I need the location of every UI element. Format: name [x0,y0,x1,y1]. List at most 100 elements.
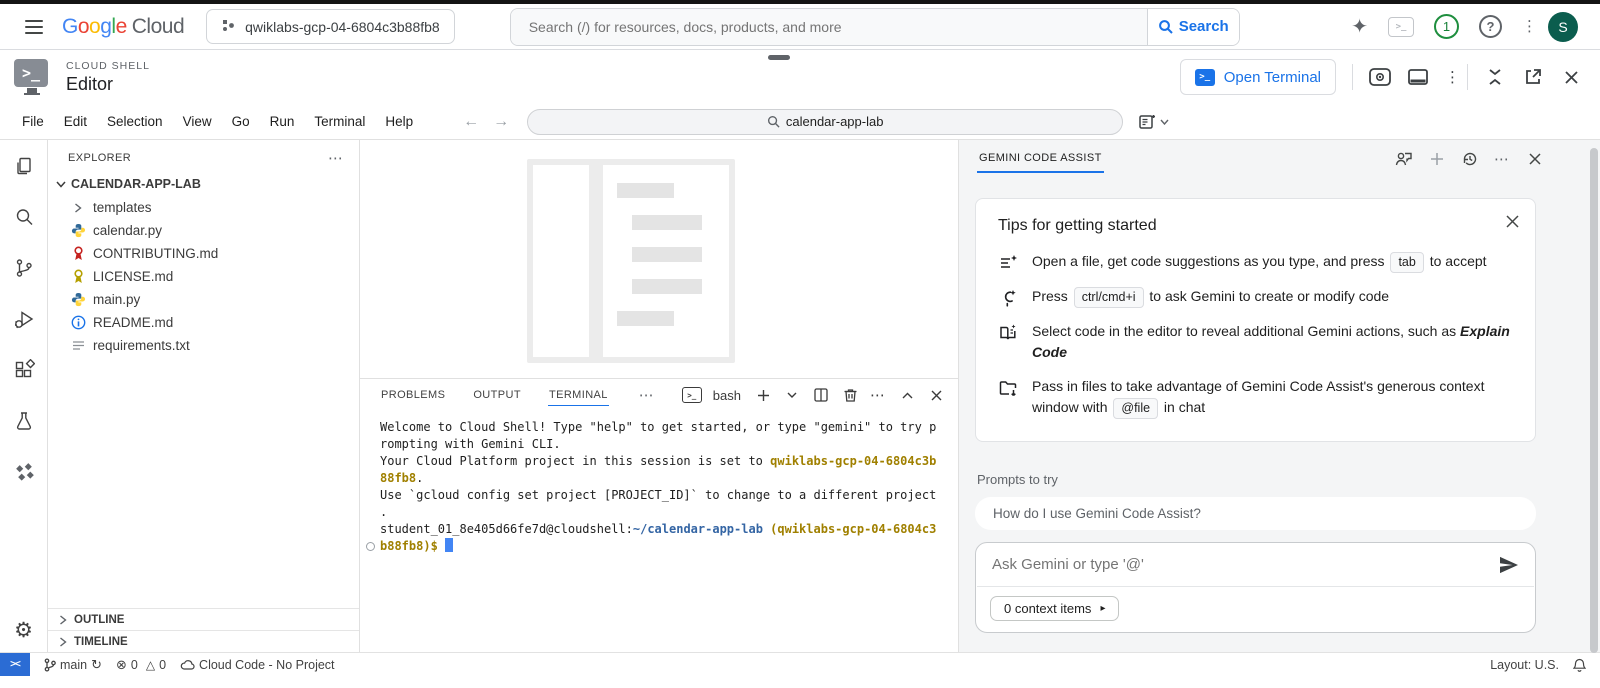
nav-back-icon[interactable]: ← [463,113,479,131]
menu-file[interactable]: File [12,109,54,134]
logo-cloud-word: Cloud [132,15,184,39]
collapse-icon[interactable] [1484,66,1506,88]
menu-view[interactable]: View [173,109,222,134]
activity-run-debug-icon[interactable] [12,307,36,331]
cloud-shell-icon[interactable]: >_ [1388,17,1414,37]
tip-text-segment: in chat [1160,399,1205,415]
menu-edit[interactable]: Edit [54,109,97,134]
menu-run[interactable]: Run [260,109,305,134]
workspace-search[interactable]: calendar-app-lab [527,109,1123,135]
tab-output[interactable]: OUTPUT [472,385,522,405]
send-icon[interactable] [1499,556,1519,574]
gemini-close-icon[interactable] [1526,150,1544,168]
explorer-root-folder[interactable]: CALENDAR-APP-LAB [48,172,359,196]
file-calendar-py[interactable]: calendar.py [48,219,359,242]
section-timeline[interactable]: TIMELINE [48,630,359,652]
settings-gear-icon[interactable]: ⚙ [12,618,36,642]
activity-files-icon[interactable] [12,154,36,178]
more-options-icon[interactable]: ⋮ [1522,24,1528,29]
code-suggest-icon [998,251,1018,273]
section-outline[interactable]: OUTLINE [48,608,359,630]
activity-search-icon[interactable] [12,205,36,229]
hamburger-menu-icon[interactable] [14,7,54,47]
activity-extensions-icon[interactable] [12,358,36,382]
editor-area[interactable] [360,140,958,378]
tip-text: Press ctrl/cmd+i to ask Gemini to create… [1032,286,1389,308]
activity-cloud-code-icon[interactable] [12,460,36,484]
menu-terminal[interactable]: Terminal [304,109,375,134]
menu-selection[interactable]: Selection [97,109,173,134]
file-readme-md[interactable]: README.md [48,311,359,334]
menu-go[interactable]: Go [222,109,260,134]
toggle-panel-icon[interactable] [1407,66,1429,88]
shell-label[interactable]: bash [713,388,741,403]
new-terminal-icon[interactable] [754,386,772,404]
notifications-badge[interactable]: 1 [1434,14,1459,39]
project-selector[interactable]: qwiklabs-gcp-04-6804c3b88fb8 [206,9,455,44]
tip-text-segment: Select code in the editor to reveal addi… [1032,323,1460,339]
terminal-output[interactable]: Welcome to Cloud Shell! Type "help" to g… [360,411,958,652]
explorer-more-icon[interactable]: ⋯ [328,156,345,161]
terminal-text: b88fb8)$ [380,539,445,553]
remote-indicator[interactable]: >< [0,653,30,676]
prompt-suggestion[interactable]: How do I use Gemini Code Assist? [975,497,1536,530]
tips-card: Tips for getting started Open a file, ge… [975,198,1536,442]
context-items-button[interactable]: 0 context items ▸ [990,596,1119,621]
gemini-panel-title[interactable]: GEMINI CODE ASSIST [977,146,1104,173]
open-terminal-button[interactable]: >_ Open Terminal [1180,59,1336,95]
bottom-panel: PROBLEMSOUTPUTTERMINAL ⋯ >_ bash ⋯ Welco… [360,378,958,652]
tab-terminal[interactable]: TERMINAL [548,385,609,406]
tips-close-icon[interactable] [1506,215,1519,228]
global-search-input[interactable] [511,9,1147,45]
notifications-bell-icon[interactable] [1573,658,1586,672]
problems-item[interactable]: ⊗ 0 △ 0 [116,657,166,673]
warnings-icon: △ [146,658,155,672]
file-license-md[interactable]: LICENSE.md [48,265,359,288]
terminal-cursor [445,538,453,552]
drag-handle[interactable] [768,55,790,60]
activity-test-flask-icon[interactable] [12,409,36,433]
layout-toggle[interactable] [1139,114,1169,130]
gemini-more-icon[interactable]: ⋯ [1494,157,1511,162]
window-scrollbar-thumb[interactable] [1590,148,1598,653]
chevron-right-icon [58,615,68,625]
shell-more-icon[interactable]: ⋮ [1445,75,1451,80]
tab-problems[interactable]: PROBLEMS [380,385,446,405]
file-templates[interactable]: templates [48,196,359,219]
panel-tabs-more-icon[interactable]: ⋯ [639,393,656,398]
maximize-panel-icon[interactable] [898,386,916,404]
web-preview-icon[interactable] [1369,66,1391,88]
file-label: main.py [93,292,140,307]
file-contributing-md[interactable]: CONTRIBUTING.md [48,242,359,265]
search-button[interactable]: Search [1147,9,1239,45]
history-icon[interactable] [1461,150,1479,168]
gemini-sparkle-icon[interactable]: ✦ [1351,14,1368,39]
new-chat-icon[interactable] [1428,150,1446,168]
nav-forward-icon[interactable]: → [493,113,509,131]
git-branch-item[interactable]: main ↻ [44,657,102,673]
kill-terminal-icon[interactable] [841,386,859,404]
menu-help[interactable]: Help [375,109,423,134]
gemini-input[interactable] [992,556,1499,573]
chevron-right-icon: ▸ [1100,603,1105,614]
close-panel-icon[interactable] [927,386,945,404]
split-terminal-icon[interactable] [812,386,830,404]
terminal-text: (qwiklabs-gcp-04-6804c3 [770,522,936,536]
file-main-py[interactable]: main.py [48,288,359,311]
activity-source-control-icon[interactable] [12,256,36,280]
keyboard-layout[interactable]: Layout: U.S. [1490,658,1559,672]
help-icon[interactable]: ? [1479,15,1502,38]
cloud-code-item[interactable]: Cloud Code - No Project [180,658,334,672]
file-label: requirements.txt [93,338,190,353]
panel-more-icon[interactable]: ⋯ [870,393,887,398]
avatar[interactable]: S [1548,12,1578,42]
tip-text: Select code in the editor to reveal addi… [1032,321,1513,363]
cloud-shell-eyebrow: CLOUD SHELL [66,60,150,72]
open-in-new-icon[interactable] [1522,66,1544,88]
terminal-dropdown-icon[interactable] [783,386,801,404]
gemini-agent-icon[interactable] [1395,150,1413,168]
file-label: calendar.py [93,223,162,238]
close-icon[interactable] [1560,66,1582,88]
file-requirements-txt[interactable]: requirements.txt [48,334,359,357]
python-icon [70,292,86,308]
